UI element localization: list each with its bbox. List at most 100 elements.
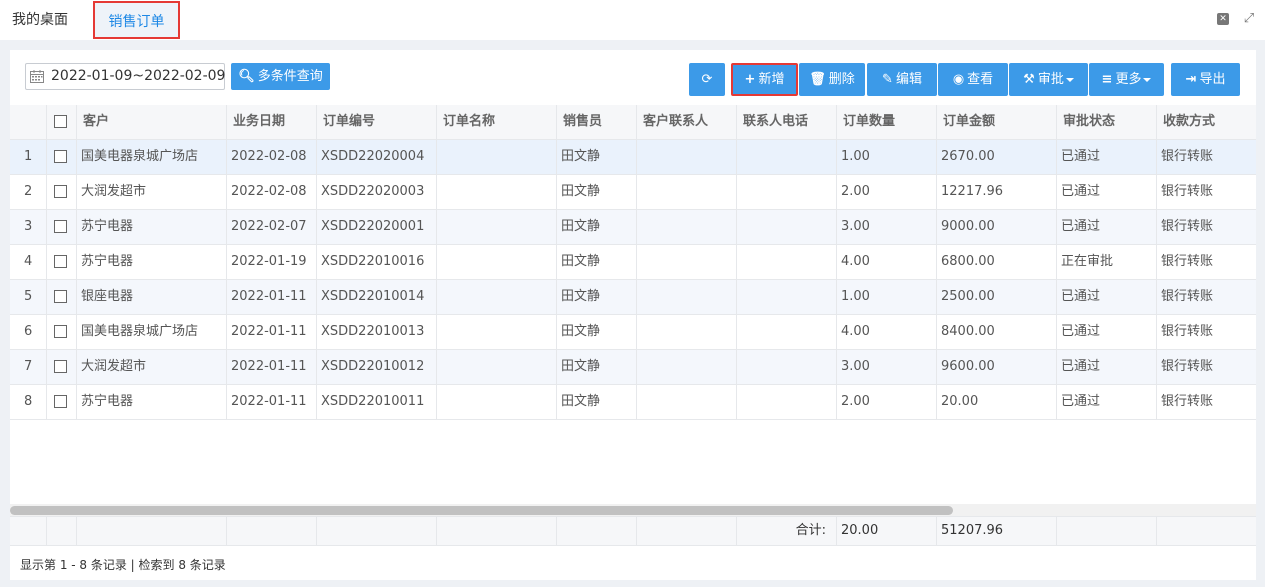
total-cell-empty: [77, 517, 227, 545]
more-dropdown-button[interactable]: ≡ 更多: [1089, 63, 1164, 96]
contact-phone-cell: [737, 245, 837, 279]
header-payment-method[interactable]: 收款方式: [1157, 105, 1256, 139]
date-range-input[interactable]: 2022-01-09~2022-02-09: [25, 63, 225, 90]
business-date-cell: 2022-01-11: [227, 280, 317, 314]
row-checkbox[interactable]: [54, 255, 67, 268]
order-name-cell: [437, 245, 557, 279]
tab-bar: 我的桌面 销售订单 ✕ ⤢: [0, 0, 1265, 40]
scrollbar-thumb[interactable]: [10, 506, 953, 515]
gavel-icon: ⚒: [1023, 72, 1035, 87]
table-row[interactable]: 3 苏宁电器 2022-02-07 XSDD22020001 田文静 3.00 9000.0…: [10, 210, 1256, 245]
business-date-cell: 2022-01-19: [227, 245, 317, 279]
payment-method-cell: 银行转账: [1161, 359, 1214, 374]
header-contact-phone[interactable]: 联系人电话: [737, 105, 837, 139]
customer-cell: 大润发超市: [77, 350, 227, 384]
order-name-cell: [437, 350, 557, 384]
more-button-label: 更多: [1115, 72, 1142, 87]
edit-icon: ✎: [882, 72, 893, 87]
order-amount-cell: 2670.00: [937, 140, 1057, 174]
row-checkbox[interactable]: [54, 395, 67, 408]
row-number-cell: 4: [10, 245, 47, 279]
horizontal-scrollbar[interactable]: [10, 504, 1256, 516]
total-cell-empty: [47, 517, 77, 545]
row-select-cell[interactable]: [47, 315, 77, 349]
total-amount: 51207.96: [937, 517, 1057, 545]
business-date-cell: 2022-01-11: [227, 315, 317, 349]
order-code-cell: XSDD22020001: [317, 210, 437, 244]
row-select-cell[interactable]: [47, 210, 77, 244]
table-row[interactable]: 8 苏宁电器 2022-01-11 XSDD22010011 田文静 2.00 20.00 已…: [10, 385, 1256, 420]
row-checkbox[interactable]: [54, 220, 67, 233]
header-salesperson[interactable]: 销售员: [557, 105, 637, 139]
business-date-cell: 2022-01-11: [227, 385, 317, 419]
select-all-checkbox[interactable]: [54, 115, 67, 128]
table-row[interactable]: 6 国美电器泉城广场店 2022-01-11 XSDD22010013 田文静 4.00 8…: [10, 315, 1256, 350]
payment-method-cell: 银行转账: [1161, 184, 1214, 199]
header-select-all[interactable]: [47, 105, 77, 139]
table-row[interactable]: 2 大润发超市 2022-02-08 XSDD22020003 田文静 2.00 12217…: [10, 175, 1256, 210]
refresh-button[interactable]: ⟳: [689, 63, 725, 96]
customer-contact-cell: [637, 210, 737, 244]
contact-phone-cell: [737, 175, 837, 209]
view-button[interactable]: ◉ 查看: [938, 63, 1008, 96]
row-checkbox[interactable]: [54, 150, 67, 163]
row-checkbox[interactable]: [54, 360, 67, 373]
row-select-cell[interactable]: [47, 280, 77, 314]
header-approval-status[interactable]: 审批状态: [1057, 105, 1157, 139]
plus-icon: +: [744, 72, 756, 87]
trash-icon: 🗑︎: [809, 72, 826, 87]
table-header-row: 客户 业务日期 订单编号 订单名称 销售员 客户联系人 联系人电话 订单数量 订…: [10, 105, 1256, 140]
close-icon[interactable]: ✕: [1217, 13, 1229, 25]
contact-phone-cell: [737, 350, 837, 384]
fullscreen-icon[interactable]: ⤢: [1243, 12, 1255, 25]
total-label: 合计:: [737, 517, 837, 545]
row-checkbox[interactable]: [54, 325, 67, 338]
date-range-value: 2022-01-09~2022-02-09: [51, 68, 226, 84]
row-checkbox[interactable]: [54, 185, 67, 198]
payment-method-cell: 银行转账: [1161, 324, 1214, 339]
total-cell-empty: [1157, 517, 1256, 545]
header-customer-contact[interactable]: 客户联系人: [637, 105, 737, 139]
search-icon: 🔍︎: [238, 69, 255, 84]
header-order-amount[interactable]: 订单金额: [937, 105, 1057, 139]
edit-button[interactable]: ✎ 编辑: [867, 63, 937, 96]
tab-my-desktop[interactable]: 我的桌面: [12, 0, 68, 40]
delete-button[interactable]: 🗑︎ 删除: [799, 63, 865, 96]
approve-dropdown-button[interactable]: ⚒ 审批: [1009, 63, 1088, 96]
header-order-quantity[interactable]: 订单数量: [837, 105, 937, 139]
row-select-cell[interactable]: [47, 175, 77, 209]
row-number-cell: 5: [10, 280, 47, 314]
table-row[interactable]: 5 银座电器 2022-01-11 XSDD22010014 田文静 1.00 2500.0…: [10, 280, 1256, 315]
salesperson-cell: 田文静: [557, 245, 637, 279]
row-select-cell[interactable]: [47, 350, 77, 384]
header-order-name[interactable]: 订单名称: [437, 105, 557, 139]
caret-down-icon: [1143, 77, 1152, 82]
row-checkbox[interactable]: [54, 290, 67, 303]
row-select-cell[interactable]: [47, 140, 77, 174]
order-name-cell: [437, 175, 557, 209]
payment-method-cell: 银行转账: [1161, 289, 1214, 304]
order-amount-cell: 8400.00: [937, 315, 1057, 349]
order-code-cell: XSDD22010013: [317, 315, 437, 349]
salesperson-cell: 田文静: [557, 210, 637, 244]
table-row[interactable]: 4 苏宁电器 2022-01-19 XSDD22010016 田文静 4.00 6800.0…: [10, 245, 1256, 280]
customer-cell: 国美电器泉城广场店: [77, 315, 227, 349]
row-select-cell[interactable]: [47, 385, 77, 419]
tab-sales-order[interactable]: 销售订单: [93, 1, 180, 39]
header-order-code[interactable]: 订单编号: [317, 105, 437, 139]
contact-phone-cell: [737, 140, 837, 174]
customer-contact-cell: [637, 280, 737, 314]
order-code-cell: XSDD22020003: [317, 175, 437, 209]
order-amount-cell: 6800.00: [937, 245, 1057, 279]
table-row[interactable]: 7 大润发超市 2022-01-11 XSDD22010012 田文静 3.00 9600.…: [10, 350, 1256, 385]
row-select-cell[interactable]: [47, 245, 77, 279]
header-customer[interactable]: 客户: [77, 105, 227, 139]
business-date-cell: 2022-02-08: [227, 175, 317, 209]
header-business-date[interactable]: 业务日期: [227, 105, 317, 139]
multi-condition-search-button[interactable]: 🔍︎ 多条件查询: [231, 63, 330, 90]
export-button[interactable]: ⇥ 导出: [1171, 63, 1240, 96]
order-code-cell: XSDD22010016: [317, 245, 437, 279]
order-quantity-cell: 3.00: [837, 210, 937, 244]
table-row[interactable]: 1 国美电器泉城广场店 2022-02-08 XSDD22020004 田文静 1.00 2…: [10, 140, 1256, 175]
add-button[interactable]: + 新增: [731, 63, 798, 96]
